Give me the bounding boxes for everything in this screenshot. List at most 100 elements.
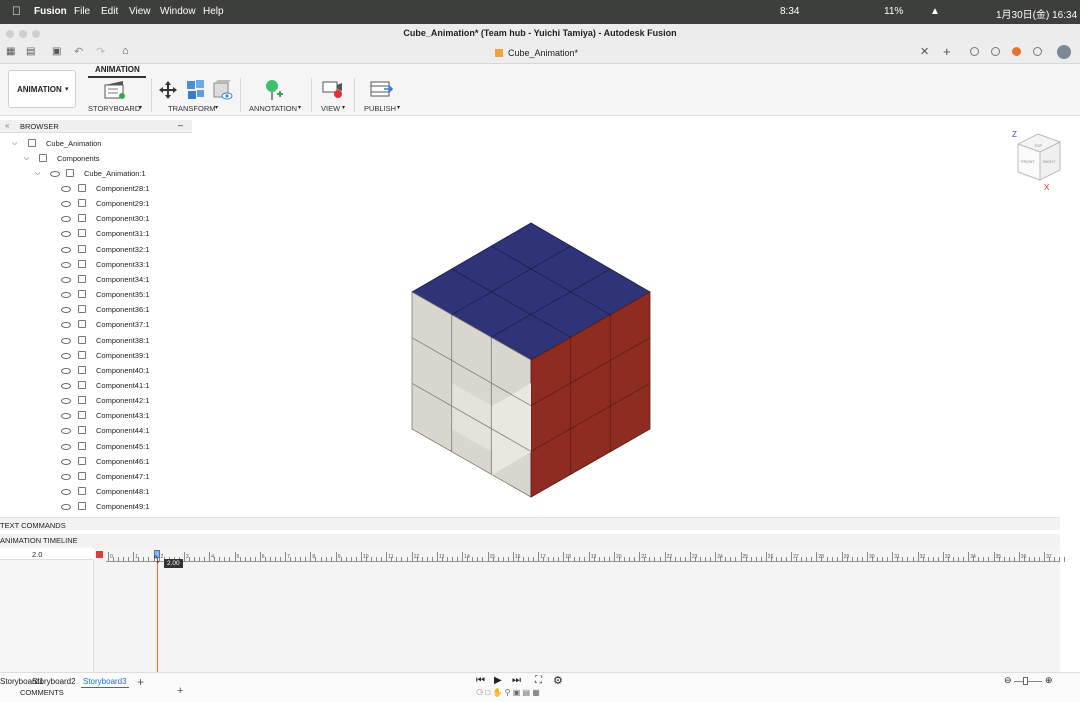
zoom-window-button[interactable] bbox=[32, 30, 40, 38]
apple-icon[interactable]:  bbox=[12, 4, 21, 18]
notifications-icon[interactable] bbox=[1012, 47, 1021, 56]
document-tab[interactable]: Cube_Animation* bbox=[508, 48, 578, 58]
group-publish[interactable]: PUBLISH bbox=[364, 104, 396, 113]
browser-tree-item[interactable]: Component33:1 bbox=[0, 258, 192, 271]
eye-icon[interactable] bbox=[61, 261, 71, 268]
workspace-switcher[interactable]: ANIMATION ▾ bbox=[8, 70, 76, 108]
eye-icon[interactable] bbox=[61, 473, 71, 480]
status-clock[interactable]: 1月30日(金) 16:34 bbox=[996, 6, 1077, 21]
group-transform[interactable]: TRANSFORM bbox=[168, 104, 216, 113]
eye-icon[interactable] bbox=[61, 322, 71, 329]
group-annotation[interactable]: ANNOTATION bbox=[249, 104, 297, 113]
browser-tree-item[interactable]: Component48:1 bbox=[0, 485, 192, 498]
help-icon[interactable] bbox=[1033, 47, 1042, 56]
cube-model[interactable] bbox=[405, 218, 655, 500]
gear-icon[interactable]: ⚙ bbox=[553, 674, 563, 687]
storyboard-tab-3[interactable]: Storyboard3 bbox=[83, 677, 127, 686]
eye-icon[interactable] bbox=[61, 458, 71, 465]
eye-icon[interactable] bbox=[61, 504, 71, 511]
eye-icon[interactable] bbox=[61, 307, 71, 314]
eye-icon[interactable] bbox=[61, 216, 71, 223]
zoom-in-icon[interactable]: ⊕ bbox=[1045, 675, 1053, 686]
browser-tree-item[interactable]: Component46:1 bbox=[0, 455, 192, 468]
storyboard-tab-2[interactable]: Storyboard2 bbox=[32, 677, 76, 686]
tree-root[interactable]: ⌵ Cube_Animation bbox=[0, 137, 192, 150]
zoom-out-icon[interactable]: ⊖ bbox=[1004, 675, 1012, 686]
add-storyboard-icon[interactable]: + bbox=[137, 675, 144, 689]
app-grid-icon[interactable]: ▦ bbox=[6, 46, 15, 57]
browser-tree-item[interactable]: Component34:1 bbox=[0, 273, 192, 286]
browser-tree-item[interactable]: Component49:1 bbox=[0, 500, 192, 513]
timeline-value-field[interactable]: 2.0 bbox=[0, 548, 94, 560]
eye-icon[interactable] bbox=[50, 171, 60, 177]
extensions-icon[interactable] bbox=[991, 47, 1000, 56]
annotation-icon[interactable] bbox=[262, 78, 284, 102]
save-icon[interactable]: ▣ bbox=[52, 46, 61, 57]
browser-tree-item[interactable]: Component35:1 bbox=[0, 288, 192, 301]
eye-icon[interactable] bbox=[61, 292, 71, 299]
browser-tree-item[interactable]: Component28:1 bbox=[0, 182, 192, 195]
eye-icon[interactable] bbox=[61, 382, 71, 389]
zoom-slider[interactable] bbox=[1014, 681, 1042, 682]
eye-icon[interactable] bbox=[61, 413, 71, 420]
browser-tree-item[interactable]: Component44:1 bbox=[0, 424, 192, 437]
browser-tree-item[interactable]: Component36:1 bbox=[0, 303, 192, 316]
chevron-down-icon[interactable]: ⌵ bbox=[24, 152, 29, 165]
move-icon[interactable] bbox=[158, 80, 178, 100]
browser-tree-item[interactable]: Component47:1 bbox=[0, 470, 192, 483]
wifi-icon[interactable]: ▲ bbox=[930, 6, 940, 17]
publish-video-icon[interactable] bbox=[370, 80, 394, 100]
browser-tree-item[interactable]: Component32:1 bbox=[0, 243, 192, 256]
timeline-ruler[interactable]: 0 1 2 3 4 5 6 7 8 9 10 11 12 13 14 15 16 17 18 19 20 21 22 23 24… bbox=[106, 550, 1066, 562]
browser-tree-item[interactable]: Component29:1 bbox=[0, 197, 192, 210]
chevron-down-icon[interactable]: ⌵ bbox=[35, 167, 40, 180]
storyboard-icon[interactable] bbox=[104, 80, 126, 100]
text-commands-bar[interactable]: TEXT COMMANDS bbox=[0, 517, 1060, 530]
navigation-toolbar-icons[interactable]: ⚆ □ ✋ ⚲ ▣ ▤ ▦ bbox=[476, 688, 540, 697]
minimize-window-button[interactable] bbox=[19, 30, 27, 38]
browser-tree-item[interactable]: Component45:1 bbox=[0, 440, 192, 453]
close-window-button[interactable] bbox=[6, 30, 14, 38]
browser-tree-item[interactable]: Component39:1 bbox=[0, 349, 192, 362]
go-to-start-icon[interactable]: ⏮ bbox=[476, 675, 485, 686]
new-tab-icon[interactable]: + bbox=[943, 44, 951, 59]
home-icon[interactable]: ⌂ bbox=[122, 45, 129, 57]
viewcube[interactable]: TOP FRONT RIGHT Z X bbox=[1010, 128, 1070, 192]
browser-tree-item[interactable]: Component41:1 bbox=[0, 379, 192, 392]
menu-edit[interactable]: Edit bbox=[101, 6, 118, 17]
browser-tree-item[interactable]: Component30:1 bbox=[0, 212, 192, 225]
collapse-panel-icon[interactable]: « bbox=[5, 121, 9, 130]
tree-components-folder[interactable]: ⌵ Components bbox=[0, 152, 192, 165]
menu-file[interactable]: File bbox=[74, 6, 90, 17]
timeline-start-marker[interactable] bbox=[96, 551, 103, 558]
eye-icon[interactable] bbox=[61, 367, 71, 374]
tab-animation[interactable]: ANIMATION bbox=[95, 65, 140, 74]
eye-icon[interactable] bbox=[61, 231, 71, 238]
close-tab-icon[interactable]: ✕ bbox=[920, 45, 929, 58]
eye-icon[interactable] bbox=[61, 276, 71, 283]
undo-icon[interactable]: ↶ bbox=[74, 45, 83, 58]
redo-icon[interactable]: ↷ bbox=[96, 45, 105, 58]
record-view-icon[interactable] bbox=[322, 80, 344, 100]
avatar[interactable] bbox=[1057, 45, 1071, 59]
minimize-panel-icon[interactable]: – bbox=[178, 120, 183, 130]
job-status-icon[interactable] bbox=[970, 47, 979, 56]
eye-icon[interactable] bbox=[61, 443, 71, 450]
eye-icon[interactable] bbox=[61, 246, 71, 253]
browser-tree-item[interactable]: Component42:1 bbox=[0, 394, 192, 407]
playhead[interactable] bbox=[157, 550, 158, 672]
eye-icon[interactable] bbox=[61, 428, 71, 435]
eye-icon[interactable] bbox=[61, 201, 71, 208]
chevron-down-icon[interactable]: ⌵ bbox=[12, 137, 17, 150]
eye-icon[interactable] bbox=[61, 489, 71, 495]
menu-help[interactable]: Help bbox=[203, 6, 224, 17]
visibility-icon[interactable] bbox=[212, 79, 234, 101]
app-menu[interactable]: Fusion bbox=[34, 6, 67, 17]
eye-icon[interactable] bbox=[61, 186, 71, 192]
browser-tree-item[interactable]: Component37:1 bbox=[0, 318, 192, 331]
eye-icon[interactable] bbox=[61, 337, 71, 344]
browser-tree-item[interactable]: Component38:1 bbox=[0, 334, 192, 347]
go-to-end-icon[interactable]: ⏭ bbox=[512, 675, 521, 686]
browser-tree-item[interactable]: Component43:1 bbox=[0, 409, 192, 422]
explode-icon[interactable] bbox=[185, 79, 205, 101]
